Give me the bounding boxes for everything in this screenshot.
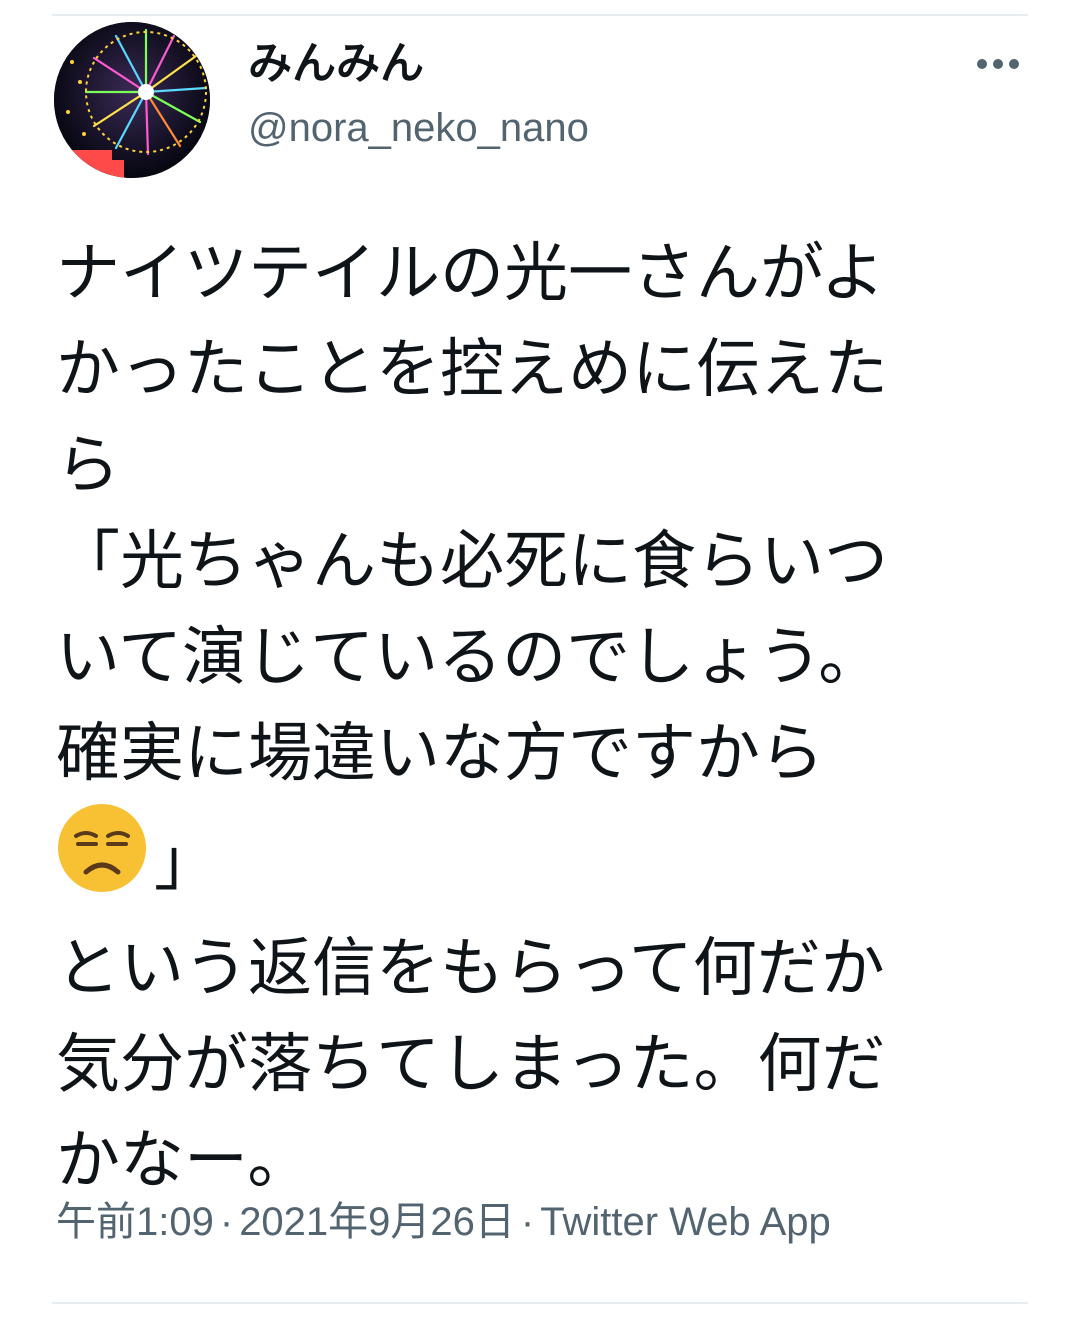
tweet-text-line: 「光ちゃんも必死に食らいつ xyxy=(56,525,888,599)
author-handle[interactable]: @nora_neko_nano xyxy=(248,104,589,152)
tweet-text-line-with-emoji: 」 xyxy=(56,802,1036,921)
tweet-date[interactable]: 2021年9月26日 xyxy=(239,1200,515,1244)
author-display-name[interactable]: みんみん xyxy=(248,38,424,90)
ferris-wheel-night-icon xyxy=(54,22,210,178)
bottom-divider xyxy=(52,1302,1028,1304)
tweet-text-line: 気分が落ちてしまった。何だ xyxy=(56,1028,886,1102)
tweet-text-line: 確実に場違いな方ですから xyxy=(56,717,824,791)
tweet-text-line: かなー。 xyxy=(56,1124,312,1198)
tweet-text-line: ら xyxy=(56,429,120,503)
meta-separator: · xyxy=(520,1200,535,1244)
unamused-face-emoji xyxy=(56,802,148,921)
avatar[interactable] xyxy=(54,22,210,178)
tweet-text: ナイツテイルの光一さんがよ かったことを控えめに伝えた ら 「光ちゃんも必死に食… xyxy=(56,226,1036,1209)
tweet-text-line: ナイツテイルの光一さんがよ xyxy=(56,237,885,311)
tweet-text-line: という返信をもらって何だか xyxy=(56,932,885,1006)
tweet-time[interactable]: 午前1:09 xyxy=(56,1200,214,1244)
meta-separator: · xyxy=(219,1200,234,1244)
tweet-text-line: いて演じているのでしょう。 xyxy=(56,621,883,695)
more-horizontal-icon xyxy=(977,59,1019,69)
more-options-button[interactable] xyxy=(966,40,1030,88)
tweet-source[interactable]: Twitter Web App xyxy=(540,1200,831,1244)
top-divider xyxy=(52,14,1028,16)
tweet-text-line: 」 xyxy=(154,826,218,900)
tweet-text-line: かったことを控えめに伝えた xyxy=(56,333,888,407)
tweet-meta: 午前1:09 · 2021年9月26日 · Twitter Web App xyxy=(56,1196,831,1248)
